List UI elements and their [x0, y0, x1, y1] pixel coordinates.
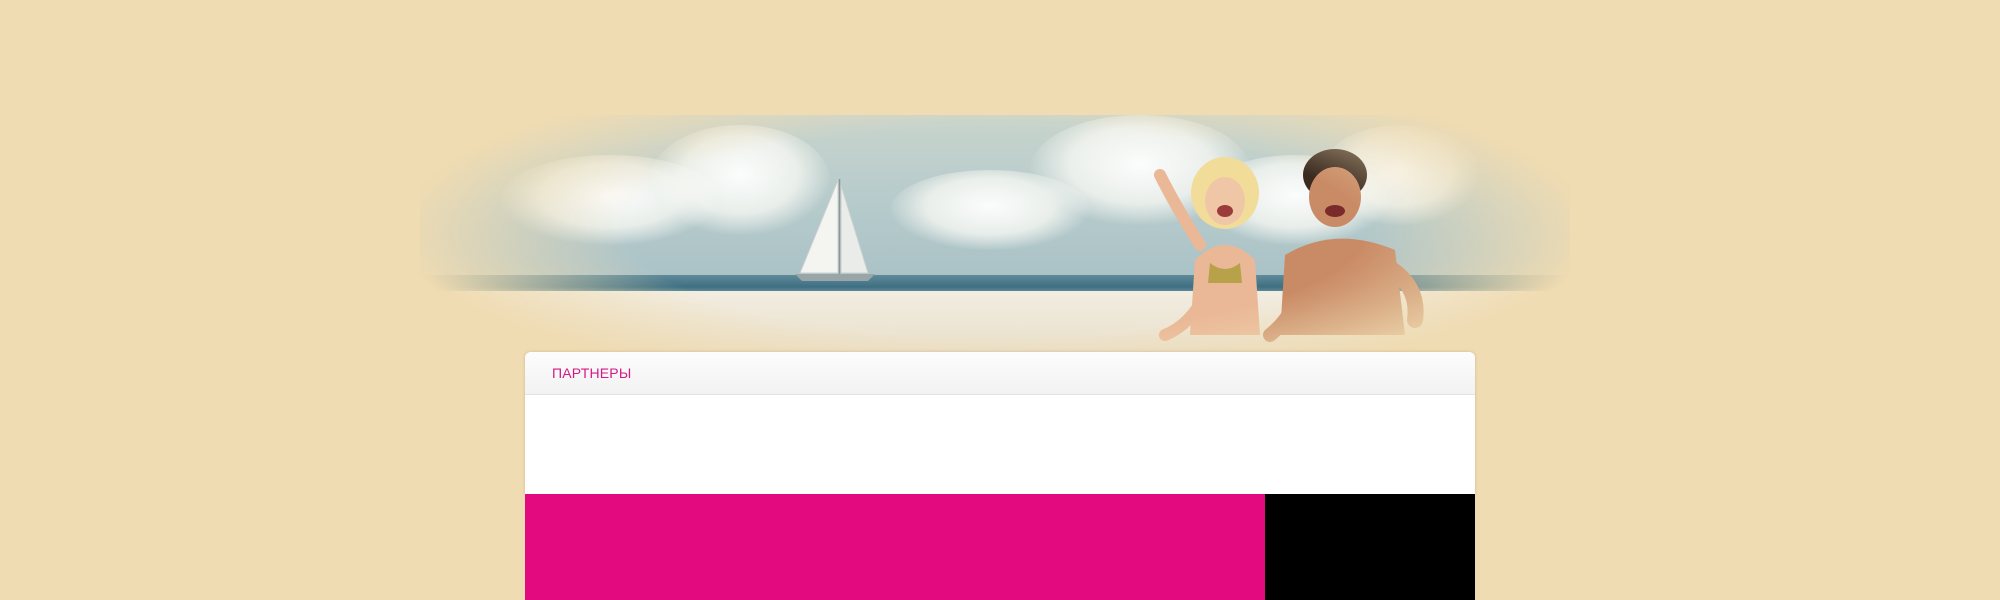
sailboat-icon: [795, 179, 875, 281]
black-sidebar-block: [1265, 494, 1475, 600]
header-banner: [420, 115, 1570, 355]
pink-content-block: [525, 494, 1265, 600]
partners-panel-body: [525, 395, 1475, 494]
partners-panel: ПАРТНЕРЫ: [525, 352, 1475, 494]
partners-title: ПАРТНЕРЫ: [552, 365, 632, 381]
couple-illustration: [1154, 149, 1424, 342]
page: ПАРТНЕРЫ: [0, 0, 2000, 600]
partners-panel-header: ПАРТНЕРЫ: [525, 352, 1475, 395]
